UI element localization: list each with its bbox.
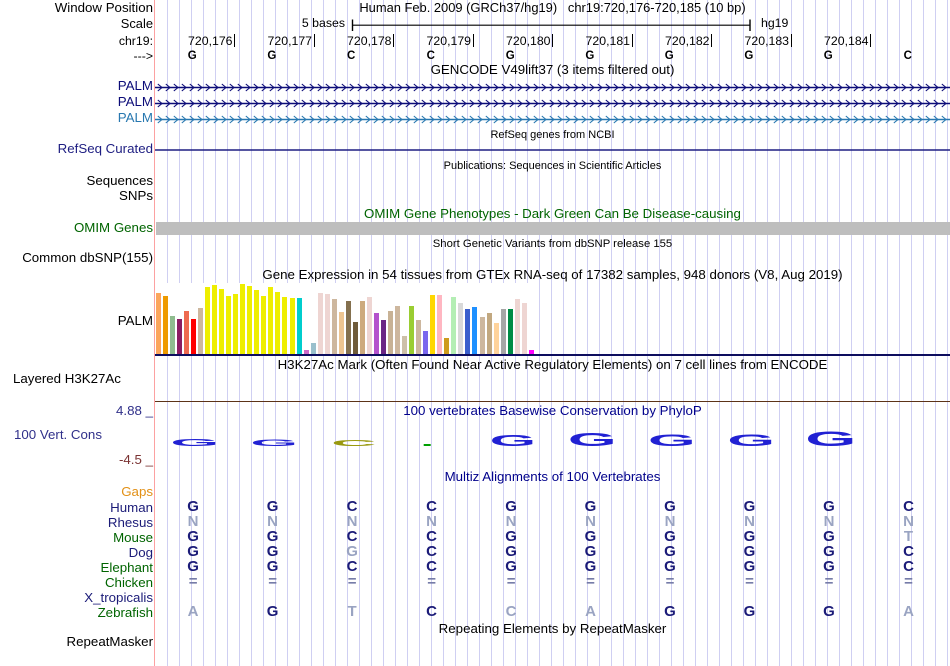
svg-text:G: G <box>170 437 219 448</box>
svg-text:G: G <box>648 431 696 450</box>
svg-text:G: G <box>568 429 617 450</box>
svg-text:G: G <box>490 432 536 449</box>
svg-text:G: G <box>727 431 775 450</box>
svg-text:C: C <box>331 439 376 448</box>
svg-text:G: G <box>805 427 856 450</box>
svg-text:G: G <box>250 438 298 448</box>
